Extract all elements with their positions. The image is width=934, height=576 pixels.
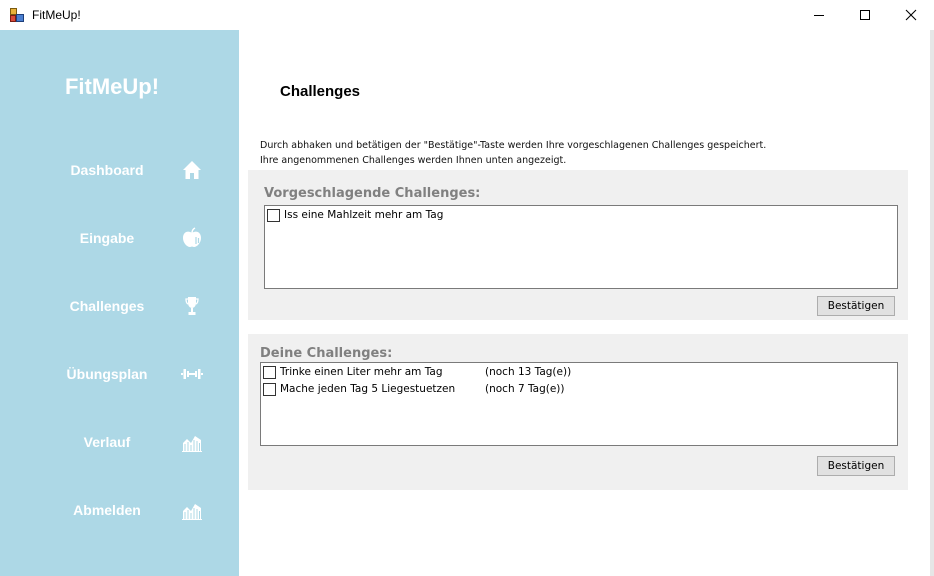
close-button[interactable] — [888, 0, 934, 30]
list-item[interactable]: Mache jeden Tag 5 Liegestuetzen (noch 7 … — [263, 382, 863, 398]
sidebar-item-label: Challenges — [69, 298, 145, 314]
sidebar: FitMeUp! Dashboard Eingabe Challenges Üb… — [0, 30, 239, 576]
challenge-remaining: (noch 7 Tag(e)) — [485, 383, 565, 395]
window-title: FitMeUp! — [32, 8, 81, 22]
dumbbell-icon — [180, 362, 204, 386]
minimize-icon — [814, 15, 824, 16]
sidebar-item-challenges[interactable]: Challenges — [0, 286, 239, 326]
sidebar-item-dashboard[interactable]: Dashboard — [0, 150, 239, 190]
chart-icon — [180, 430, 204, 454]
minimize-button[interactable] — [796, 0, 842, 30]
suggested-challenges-panel: Vorgeschlagende Challenges: Iss eine Mah… — [248, 170, 908, 320]
home-icon — [180, 158, 204, 182]
my-challenges-panel: Deine Challenges: Trinke einen Liter meh… — [248, 334, 908, 490]
sidebar-item-label: Verlauf — [83, 434, 131, 450]
challenge-checkbox[interactable] — [267, 209, 280, 222]
my-challenges-list[interactable]: Trinke einen Liter mehr am Tag (noch 13 … — [260, 362, 898, 446]
maximize-button[interactable] — [842, 0, 888, 30]
suggested-challenges-list[interactable]: Iss eine Mahlzeit mehr am Tag — [264, 205, 898, 289]
apple-icon — [180, 226, 204, 250]
list-item[interactable]: Iss eine Mahlzeit mehr am Tag — [267, 208, 867, 224]
app-icon — [10, 8, 24, 22]
brand-title: FitMeUp! — [64, 74, 160, 99]
close-icon — [905, 9, 917, 21]
challenge-checkbox[interactable] — [263, 366, 276, 379]
page-title: Challenges — [280, 83, 361, 100]
challenge-label: Iss eine Mahlzeit mehr am Tag — [284, 209, 444, 221]
title-bar: FitMeUp! — [0, 0, 934, 30]
my-challenges-title: Deine Challenges: — [260, 346, 393, 361]
sidebar-item-abmelden[interactable]: Abmelden — [0, 490, 239, 530]
window-border — [930, 30, 934, 576]
sidebar-item-label: Abmelden — [73, 502, 141, 518]
sidebar-item-label: Übungsplan — [66, 366, 148, 382]
sidebar-item-verlauf[interactable]: Verlauf — [0, 422, 239, 462]
suggested-challenges-title: Vorgeschlagende Challenges: — [264, 186, 481, 201]
maximize-icon — [860, 10, 870, 20]
sidebar-item-label: Eingabe — [79, 230, 135, 246]
chart-icon — [180, 498, 204, 522]
confirm-suggested-button[interactable]: Bestätigen — [817, 296, 895, 316]
challenge-label: Trinke einen Liter mehr am Tag — [280, 366, 443, 378]
sidebar-item-eingabe[interactable]: Eingabe — [0, 218, 239, 258]
challenge-checkbox[interactable] — [263, 383, 276, 396]
confirm-mine-button[interactable]: Bestätigen — [817, 456, 895, 476]
sidebar-item-label: Dashboard — [70, 162, 144, 178]
sidebar-item-uebungsplan[interactable]: Übungsplan — [0, 354, 239, 394]
trophy-icon — [180, 294, 204, 318]
challenge-label: Mache jeden Tag 5 Liegestuetzen — [280, 383, 456, 395]
description-line-1: Durch abhaken und betätigen der "Bestäti… — [260, 140, 767, 151]
description-line-2: Ihre angenommenen Challenges werden Ihne… — [260, 155, 567, 166]
challenge-remaining: (noch 13 Tag(e)) — [485, 366, 572, 378]
list-item[interactable]: Trinke einen Liter mehr am Tag (noch 13 … — [263, 365, 863, 381]
